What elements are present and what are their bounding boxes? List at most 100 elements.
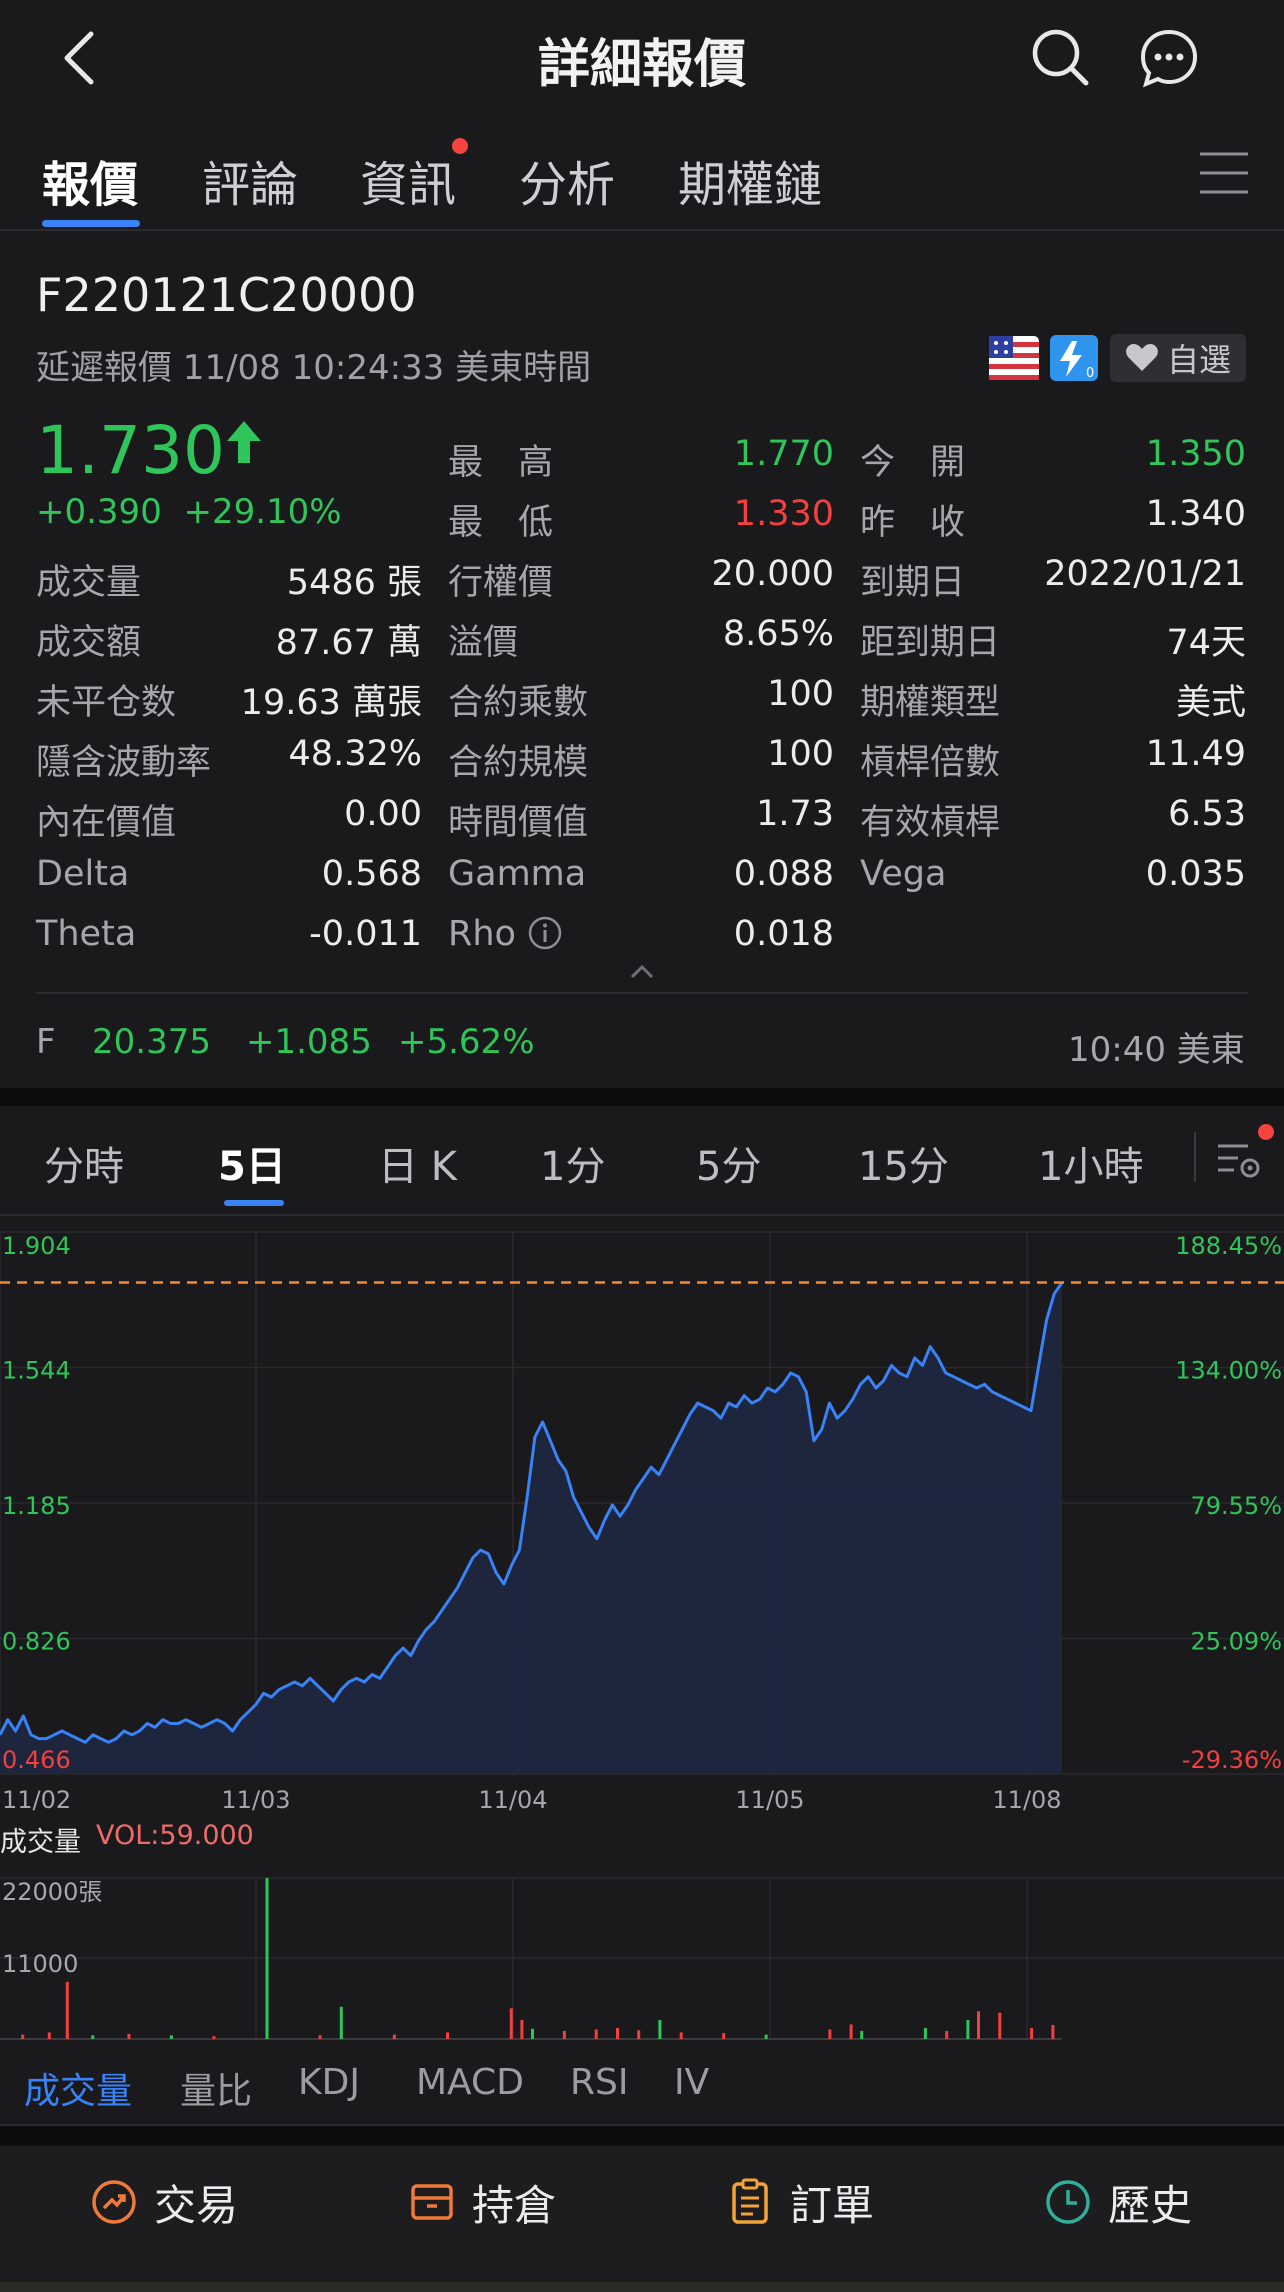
- order-button[interactable]: 訂單: [726, 2172, 874, 2232]
- x-axis-label: 11/08: [992, 1786, 1061, 1814]
- history-button[interactable]: 歷史: [1044, 2172, 1192, 2232]
- y-axis-percent-label: -29.36%: [1182, 1746, 1282, 1774]
- last-price: 1.730: [36, 412, 263, 489]
- volume-chart[interactable]: 22000張 11000: [0, 1858, 1284, 2044]
- period-tab-1min[interactable]: 1分: [540, 1134, 605, 1192]
- price-change: +0.390 +29.10%: [36, 492, 342, 532]
- price-chart[interactable]: 1.904 1.544 1.185 0.826 0.466 188.45% 134.00% 7…: [0, 1214, 1284, 1826]
- field-label-implied-volatility: 隱含波動率: [36, 743, 212, 783]
- volume-bar: [265, 1878, 269, 2039]
- change-percent: +29.10%: [183, 492, 342, 532]
- period-tab-15min[interactable]: 15分: [858, 1134, 949, 1192]
- search-icon[interactable]: [1030, 27, 1090, 87]
- field-label-volume: 成交量: [36, 563, 142, 603]
- field-value-vega: 0.035: [1145, 854, 1246, 894]
- field-label-intrinsic-value: 內在價值: [36, 803, 177, 843]
- field-label-time-value: 時間價值: [448, 803, 589, 843]
- period-tab-5min[interactable]: 5分: [696, 1134, 761, 1192]
- field-label-strike: 行權價: [448, 563, 554, 603]
- field-label-high: 最 高: [448, 443, 554, 483]
- indicator-tab-volume-ratio[interactable]: 量比: [180, 2062, 252, 2114]
- field-label-days-to-expiry: 距到期日: [860, 623, 1001, 663]
- volume-bar: [127, 2033, 131, 2039]
- period-tab-active-indicator: [224, 1200, 284, 1206]
- volume-bar: [616, 2028, 619, 2039]
- chart-settings-icon[interactable]: [1214, 1132, 1264, 1182]
- field-label-effective-leverage: 有效槓桿: [860, 803, 1001, 843]
- period-tab-5day[interactable]: 5日: [218, 1134, 286, 1192]
- field-value-leverage: 11.49: [1145, 734, 1246, 774]
- indicator-tab-kdj[interactable]: KDJ: [298, 2062, 360, 2103]
- volume-bar: [392, 2034, 396, 2039]
- tab-option-chain[interactable]: 期權鏈: [678, 145, 822, 215]
- delay-timestamp: 延遲報價 11/08 10:24:33 美東時間: [36, 348, 592, 388]
- field-value-prev-close: 1.340: [1145, 494, 1246, 534]
- volume-bar: [966, 2020, 970, 2039]
- volume-bar: [520, 2020, 524, 2039]
- field-value-high: 1.770: [733, 434, 834, 474]
- field-label-open-interest: 未平仓数: [36, 683, 177, 723]
- underlying-change: +1.085: [246, 1022, 372, 1062]
- period-tab-intraday[interactable]: 分時: [44, 1134, 124, 1192]
- watchlist-label: 自選: [1166, 341, 1231, 379]
- field-label-prev-close: 昨 收: [860, 503, 966, 543]
- volume-bar: [169, 2035, 173, 2039]
- y-axis-label: 0.466: [2, 1746, 71, 1774]
- x-axis-label: 11/04: [478, 1786, 547, 1814]
- volume-bar: [212, 2036, 216, 2039]
- field-label-turnover: 成交額: [36, 623, 142, 663]
- tab-comments[interactable]: 評論: [202, 145, 298, 215]
- x-axis-label: 11/03: [221, 1786, 290, 1814]
- trade-button[interactable]: 交易: [90, 2172, 238, 2232]
- watchlist-button[interactable]: 自選: [1110, 334, 1246, 382]
- position-button[interactable]: 持倉: [408, 2172, 556, 2232]
- volume-bar: [1051, 2025, 1055, 2039]
- tab-analysis[interactable]: 分析: [519, 145, 615, 215]
- field-label-theta: Theta: [36, 914, 137, 954]
- svg-text:0: 0: [1086, 366, 1094, 381]
- y-axis-label: 1.904: [2, 1232, 71, 1260]
- field-label-option-type: 期權類型: [860, 683, 1001, 723]
- up-arrow-icon: [226, 421, 261, 463]
- info-icon[interactable]: [527, 915, 563, 951]
- volume-bar: [531, 2028, 534, 2039]
- tab-quote[interactable]: 報價: [42, 145, 138, 215]
- volume-bar: [679, 2032, 683, 2039]
- chat-icon[interactable]: [1138, 27, 1200, 89]
- indicator-tab-iv[interactable]: IV: [674, 2062, 709, 2103]
- page-title: 詳細報價: [537, 35, 746, 95]
- collapse-icon[interactable]: [628, 962, 656, 982]
- underlying-symbol[interactable]: F: [36, 1022, 56, 1062]
- underlying-price: 20.375: [92, 1022, 211, 1062]
- tab-active-indicator: [42, 220, 140, 227]
- rho-label-text: Rho: [448, 914, 516, 954]
- volume-y-label: 11000: [2, 1950, 78, 1978]
- field-label-multiplier: 合約乘數: [448, 683, 589, 723]
- volume-bar: [923, 2028, 927, 2039]
- field-value-strike: 20.000: [711, 554, 834, 594]
- volume-bar: [1030, 2028, 1034, 2039]
- y-axis-label: 1.544: [2, 1357, 71, 1385]
- us-flag-icon: [989, 336, 1039, 380]
- field-value-contract-size: 100: [767, 734, 834, 774]
- trade-label: 交易: [154, 2180, 239, 2230]
- indicator-tab-rsi[interactable]: RSI: [570, 2062, 628, 2103]
- tab-news[interactable]: 資訊: [360, 145, 456, 215]
- divider: [0, 229, 1284, 231]
- position-label: 持倉: [472, 2180, 557, 2230]
- period-tab-daily-k[interactable]: 日 K: [378, 1134, 457, 1192]
- volume-title: 成交量: [0, 1827, 81, 1858]
- field-value-time-value: 1.73: [756, 794, 834, 834]
- field-label-leverage: 槓桿倍數: [860, 743, 1001, 783]
- volume-bar: [637, 2030, 641, 2039]
- order-label: 訂單: [790, 2180, 875, 2230]
- indicator-tab-macd[interactable]: MACD: [416, 2062, 524, 2103]
- volume-bar: [509, 2008, 513, 2039]
- field-value-premium: 8.65%: [722, 614, 834, 654]
- period-tab-1hour[interactable]: 1小時: [1038, 1134, 1143, 1192]
- menu-icon[interactable]: [1198, 150, 1250, 196]
- underlying-time: 10:40 美東: [1068, 1030, 1245, 1070]
- field-value-volume: 5486 張: [286, 563, 422, 603]
- volume-bar: [339, 2006, 343, 2039]
- indicator-tab-volume[interactable]: 成交量: [24, 2062, 132, 2114]
